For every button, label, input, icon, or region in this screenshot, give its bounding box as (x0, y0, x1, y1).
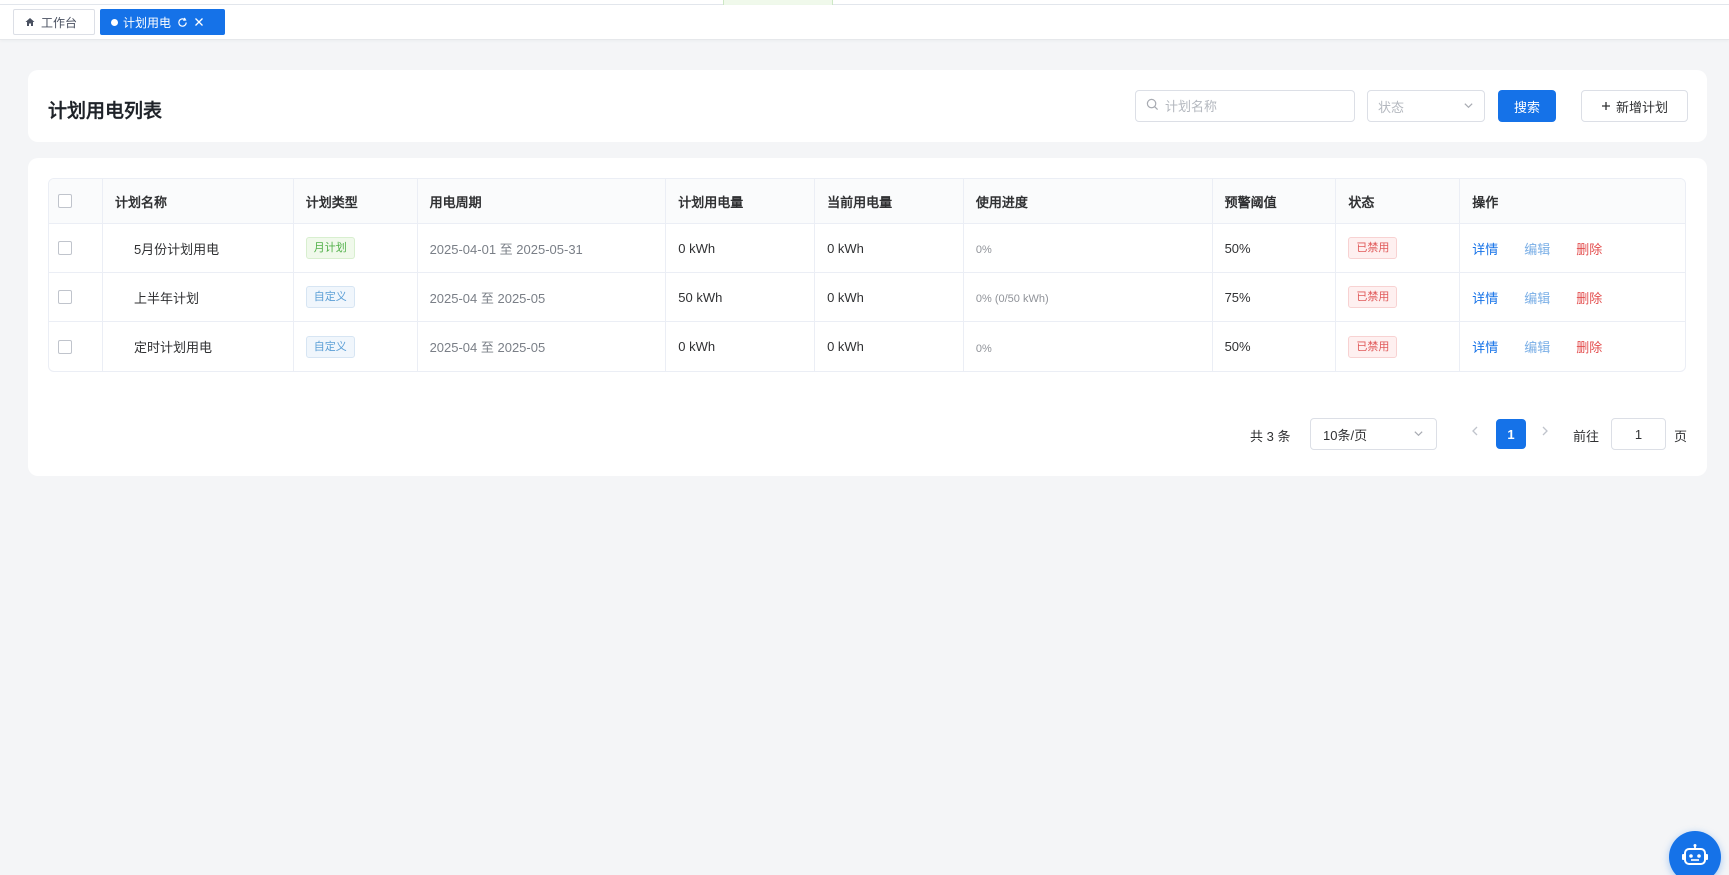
status-cell: 已禁用 (1336, 224, 1461, 272)
column-header: 计划类型 (294, 179, 418, 223)
planned-usage: 0 kWh (666, 322, 816, 371)
plan-type-cell: 自定义 (294, 273, 418, 321)
plan-type-cell: 自定义 (294, 322, 418, 371)
row-checkbox[interactable] (58, 241, 72, 255)
pagination: 共 3 条 10条/页 1 前往 页 (28, 418, 1707, 450)
detail-link[interactable]: 详情 (1472, 239, 1498, 258)
actions-cell: 详情 编辑 删除 (1460, 322, 1685, 371)
usage-progress: 0% (964, 322, 1213, 371)
row-checkbox-cell (49, 224, 103, 272)
plan-type-cell: 月计划 (294, 224, 418, 272)
tab-label: 计划用电 (123, 15, 172, 30)
close-icon[interactable] (193, 16, 205, 28)
plan-name: 定时计划用电 (103, 322, 294, 371)
column-header: 当前用电量 (815, 179, 964, 223)
warning-threshold: 50% (1213, 322, 1337, 371)
status-badge: 已禁用 (1348, 237, 1398, 259)
status-cell: 已禁用 (1336, 322, 1461, 371)
search-icon (1146, 98, 1159, 114)
plan-period: 2025-04-01 至 2025-05-31 (418, 224, 667, 272)
column-header: 计划名称 (103, 179, 294, 223)
delete-link[interactable]: 删除 (1576, 239, 1602, 258)
current-usage: 0 kWh (815, 224, 964, 272)
plan-type-tag: 月计划 (305, 237, 355, 259)
status-select[interactable]: 状态 (1367, 90, 1485, 122)
usage-progress: 0% (964, 224, 1213, 272)
robot-icon (1681, 843, 1709, 871)
plan-type-tag: 自定义 (305, 335, 355, 358)
chevron-down-icon (1463, 99, 1474, 114)
assistant-button[interactable] (1669, 831, 1721, 875)
table-row: 定时计划用电 自定义 2025-04 至 2025-05 0 kWh 0 kWh… (49, 322, 1685, 371)
status-badge: 已禁用 (1348, 335, 1398, 358)
actions-cell: 详情 编辑 删除 (1460, 273, 1685, 321)
add-plan-label: 新增计划 (1615, 99, 1668, 115)
edit-link[interactable]: 编辑 (1524, 288, 1550, 307)
home-icon (24, 16, 36, 28)
page-suffix: 页 (1674, 429, 1688, 444)
column-header: 预警阈值 (1213, 179, 1337, 223)
table-row: 上半年计划 自定义 2025-04 至 2025-05 50 kWh 0 kWh… (49, 273, 1685, 322)
detail-link[interactable]: 详情 (1472, 337, 1498, 356)
table-header: 计划名称 计划类型 用电周期 计划用电量 当前用电量 使用进度 预警阈值 状态 … (49, 179, 1685, 224)
page-size-select[interactable]: 10条/页 (1310, 418, 1437, 450)
goto-label: 前往 (1573, 429, 1600, 444)
page-title: 计划用电列表 (48, 101, 163, 122)
tab-bar: 工作台 计划用电 (0, 5, 1729, 40)
tab-workbench[interactable]: 工作台 (13, 9, 95, 35)
plan-name: 5月份计划用电 (103, 224, 294, 272)
tab-label: 工作台 (41, 15, 78, 30)
goto-page-input[interactable] (1611, 418, 1666, 450)
pagination-total: 共 3 条 (1250, 429, 1291, 444)
header-card: 计划用电列表 状态 搜索 新增计划 (28, 70, 1707, 142)
status-badge: 已禁用 (1348, 286, 1398, 308)
search-input[interactable] (1165, 98, 1345, 114)
chevron-down-icon (1413, 427, 1424, 442)
edit-link[interactable]: 编辑 (1524, 337, 1550, 356)
plan-type-tag: 自定义 (305, 286, 355, 308)
select-all-checkbox[interactable] (58, 194, 72, 208)
planned-usage: 50 kWh (666, 273, 816, 321)
row-checkbox-cell (49, 273, 103, 321)
status-select-placeholder: 状态 (1378, 99, 1405, 115)
plan-name: 上半年计划 (103, 273, 294, 321)
active-dot-icon (111, 18, 118, 26)
current-usage: 0 kWh (815, 273, 964, 321)
refresh-icon[interactable] (176, 16, 188, 28)
row-checkbox[interactable] (58, 339, 72, 354)
warning-threshold: 75% (1213, 273, 1337, 321)
prev-page-icon[interactable] (1471, 424, 1479, 440)
row-checkbox-cell (49, 322, 103, 371)
edit-link[interactable]: 编辑 (1524, 239, 1550, 258)
current-usage: 0 kWh (815, 322, 964, 371)
column-header: 操作 (1472, 194, 1499, 210)
column-header: 计划用电量 (666, 179, 816, 223)
delete-link[interactable]: 删除 (1576, 288, 1602, 307)
search-field[interactable] (1135, 90, 1355, 122)
page-number-button[interactable]: 1 (1496, 419, 1526, 449)
row-checkbox[interactable] (58, 290, 72, 304)
column-header: 状态 (1336, 179, 1461, 223)
detail-link[interactable]: 详情 (1472, 288, 1498, 307)
page-size-value: 10条/页 (1323, 427, 1368, 443)
plan-period: 2025-04 至 2025-05 (418, 273, 667, 321)
actions-cell: 详情 编辑 删除 (1460, 224, 1685, 272)
plan-period: 2025-04 至 2025-05 (418, 322, 667, 371)
add-plan-button[interactable]: 新增计划 (1581, 90, 1688, 122)
planned-usage: 0 kWh (666, 224, 816, 272)
header-checkbox-cell (49, 179, 103, 223)
column-header: 用电周期 (418, 179, 667, 223)
table-row: 5月份计划用电 月计划 2025-04-01 至 2025-05-31 0 kW… (49, 224, 1685, 273)
plan-table: 计划名称 计划类型 用电周期 计划用电量 当前用电量 使用进度 预警阈值 状态 … (48, 178, 1686, 372)
plus-icon (1601, 99, 1611, 114)
search-button[interactable]: 搜索 (1498, 90, 1556, 122)
column-header: 使用进度 (964, 179, 1213, 223)
next-page-icon[interactable] (1541, 424, 1549, 440)
tab-planned-power[interactable]: 计划用电 (100, 9, 225, 35)
delete-link[interactable]: 删除 (1576, 337, 1602, 356)
status-cell: 已禁用 (1336, 273, 1461, 321)
list-card: 计划名称 计划类型 用电周期 计划用电量 当前用电量 使用进度 预警阈值 状态 … (28, 158, 1707, 476)
warning-threshold: 50% (1213, 224, 1337, 272)
usage-progress: 0% (0/50 kWh) (964, 273, 1213, 321)
